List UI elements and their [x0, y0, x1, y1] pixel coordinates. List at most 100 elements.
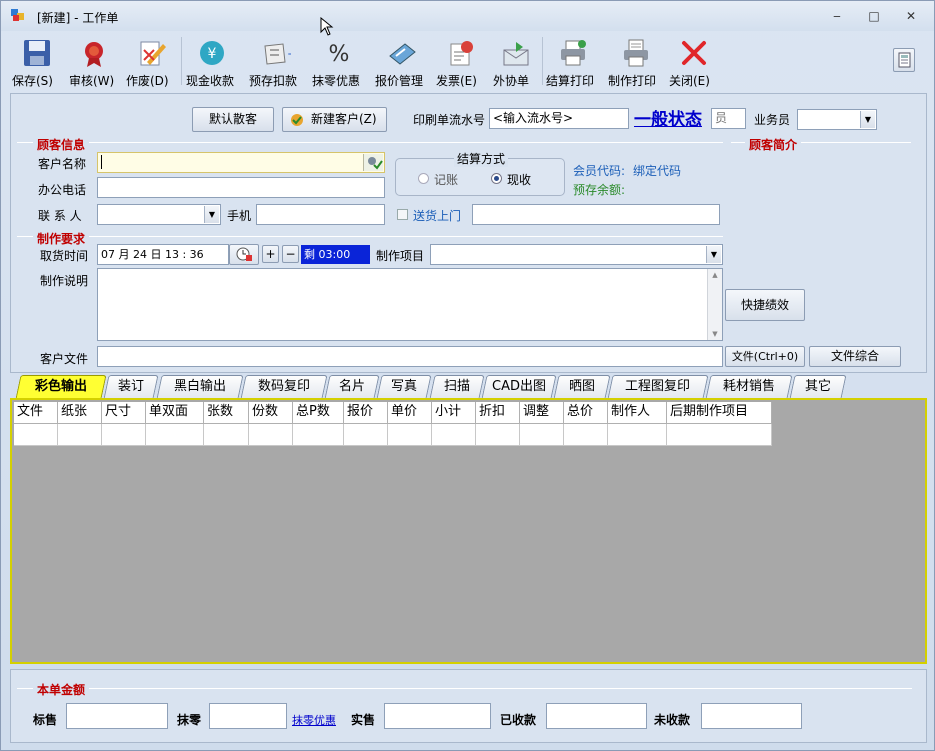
contact-select[interactable]: ▼ [97, 204, 221, 225]
time-picker-button[interactable] [229, 244, 259, 265]
rounding-discount-link[interactable]: 抹零优惠 [292, 712, 336, 728]
table-cell[interactable] [102, 424, 146, 446]
remaining-time-indicator: 剩 03:00 [301, 245, 370, 264]
default-customer-button[interactable]: 默认散客 [192, 107, 274, 132]
staff-input[interactable]: 员 [711, 108, 746, 129]
standard-price-input[interactable] [66, 703, 168, 729]
col-unit-price[interactable]: 单价 [388, 402, 432, 424]
table-cell[interactable] [146, 424, 204, 446]
production-print-button[interactable]: 制作打印 [608, 33, 664, 89]
table-cell[interactable] [520, 424, 564, 446]
tab-label: 扫描 [443, 379, 470, 394]
invoice-button[interactable]: 发票(E) [436, 33, 486, 89]
save-button[interactable]: 保存(S) [12, 33, 62, 89]
time-plus-button[interactable]: + [262, 245, 279, 263]
quick-performance-button[interactable]: 快捷绩效 [725, 289, 805, 321]
rounding-discount-button[interactable]: % 抹零优惠 [312, 33, 366, 89]
col-copies[interactable]: 份数 [249, 402, 293, 424]
delivery-checkbox[interactable] [397, 209, 408, 220]
delivery-input[interactable] [472, 204, 720, 225]
outsource-button[interactable]: 外协单 [493, 33, 539, 89]
table-cell[interactable] [388, 424, 432, 446]
office-phone-label: 办公电话 [38, 183, 87, 197]
tab-blueprint[interactable]: 晒图 [553, 375, 611, 399]
table-cell[interactable] [432, 424, 476, 446]
file-button[interactable]: 文件(Ctrl+0) [725, 346, 805, 367]
rounding-input[interactable] [209, 703, 287, 729]
production-item-select[interactable]: ▼ [430, 244, 723, 265]
settlement-cash-radio[interactable] [491, 173, 502, 184]
invoice-icon [444, 36, 478, 70]
tab-binding[interactable]: 装订 [103, 375, 159, 399]
prepaid-deduct-button[interactable]: + 预存扣款 [249, 33, 303, 89]
tab-photo-print[interactable]: 写真 [376, 375, 432, 399]
tab-other[interactable]: 其它 [789, 375, 847, 399]
quote-manage-button[interactable]: 报价管理 [375, 33, 429, 89]
tab-consumables[interactable]: 耗材销售 [705, 375, 793, 399]
table-cell[interactable] [608, 424, 667, 446]
status-link[interactable]: 一般状态 [634, 105, 702, 130]
new-customer-button[interactable]: 新建客户(Z) [282, 107, 387, 132]
mobile-input[interactable] [256, 204, 385, 225]
tab-engineering-copy[interactable]: 工程图复印 [607, 375, 709, 399]
maximize-button[interactable]: □ [866, 9, 882, 23]
table-cell[interactable] [476, 424, 520, 446]
unreceived-input[interactable] [701, 703, 802, 729]
col-duplex[interactable]: 单双面 [146, 402, 204, 424]
tab-scan[interactable]: 扫描 [429, 375, 485, 399]
col-sheets[interactable]: 张数 [204, 402, 249, 424]
col-subtotal[interactable]: 小计 [432, 402, 476, 424]
tab-bw-output[interactable]: 黑白输出 [156, 375, 244, 399]
col-total-price[interactable]: 总价 [564, 402, 608, 424]
table-cell[interactable] [249, 424, 293, 446]
table-row[interactable] [14, 424, 772, 446]
bind-code-link[interactable]: 绑定代码 [633, 162, 681, 179]
tab-cad-plot[interactable]: CAD出图 [481, 375, 557, 399]
customer-search-button[interactable] [363, 154, 383, 171]
cash-receipt-button[interactable]: ¥ 现金收款 [186, 33, 238, 89]
tab-color-output[interactable]: 彩色输出 [15, 375, 107, 399]
table-cell[interactable] [344, 424, 388, 446]
production-desc-textarea[interactable]: ▲ ▼ [97, 268, 723, 341]
tab-business-card[interactable]: 名片 [324, 375, 380, 399]
col-size[interactable]: 尺寸 [102, 402, 146, 424]
received-input[interactable] [546, 703, 647, 729]
desc-scrollbar[interactable]: ▲ ▼ [707, 269, 722, 340]
settlement-credit-radio[interactable] [418, 173, 429, 184]
tab-label: 其它 [804, 379, 831, 394]
col-discount[interactable]: 折扣 [476, 402, 520, 424]
price-icon [385, 36, 419, 70]
table-cell[interactable] [667, 424, 772, 446]
customer-file-input[interactable] [97, 346, 723, 367]
col-maker[interactable]: 制作人 [608, 402, 667, 424]
settle-print-button[interactable]: 结算打印 [546, 33, 600, 89]
audit-button[interactable]: 审核(W) [69, 33, 119, 89]
table-cell[interactable] [293, 424, 344, 446]
office-phone-input[interactable] [97, 177, 385, 198]
table-cell[interactable] [14, 424, 58, 446]
close-button[interactable]: 关闭(E) [669, 33, 719, 89]
table-cell[interactable] [204, 424, 249, 446]
col-total-pages[interactable]: 总P数 [293, 402, 344, 424]
rounding-label: 抹零 [177, 713, 202, 727]
col-paper[interactable]: 纸张 [58, 402, 102, 424]
actual-price-input[interactable] [384, 703, 491, 729]
time-minus-button[interactable]: − [282, 245, 299, 263]
table-cell[interactable] [564, 424, 608, 446]
col-post-process[interactable]: 后期制作项目 [667, 402, 772, 424]
tab-digital-copy[interactable]: 数码复印 [240, 375, 328, 399]
file-summary-button[interactable]: 文件综合 [809, 346, 901, 367]
col-quote[interactable]: 报价 [344, 402, 388, 424]
table-cell[interactable] [58, 424, 102, 446]
pickup-time-input[interactable]: 07 月 24 日 13 : 36 [97, 244, 229, 265]
customer-name-input[interactable] [97, 152, 385, 173]
minimize-button[interactable]: ‒ [829, 9, 845, 23]
calculator-button[interactable] [893, 48, 915, 72]
salesman-select[interactable]: ▼ [797, 109, 877, 130]
col-file[interactable]: 文件 [14, 402, 58, 424]
col-adjust[interactable]: 调整 [520, 402, 564, 424]
serial-input[interactable]: <输入流水号> [489, 108, 629, 129]
salesman-label: 业务员 [754, 113, 791, 127]
close-window-button[interactable]: ✕ [903, 9, 919, 23]
void-button[interactable]: 作废(D) [126, 33, 178, 89]
